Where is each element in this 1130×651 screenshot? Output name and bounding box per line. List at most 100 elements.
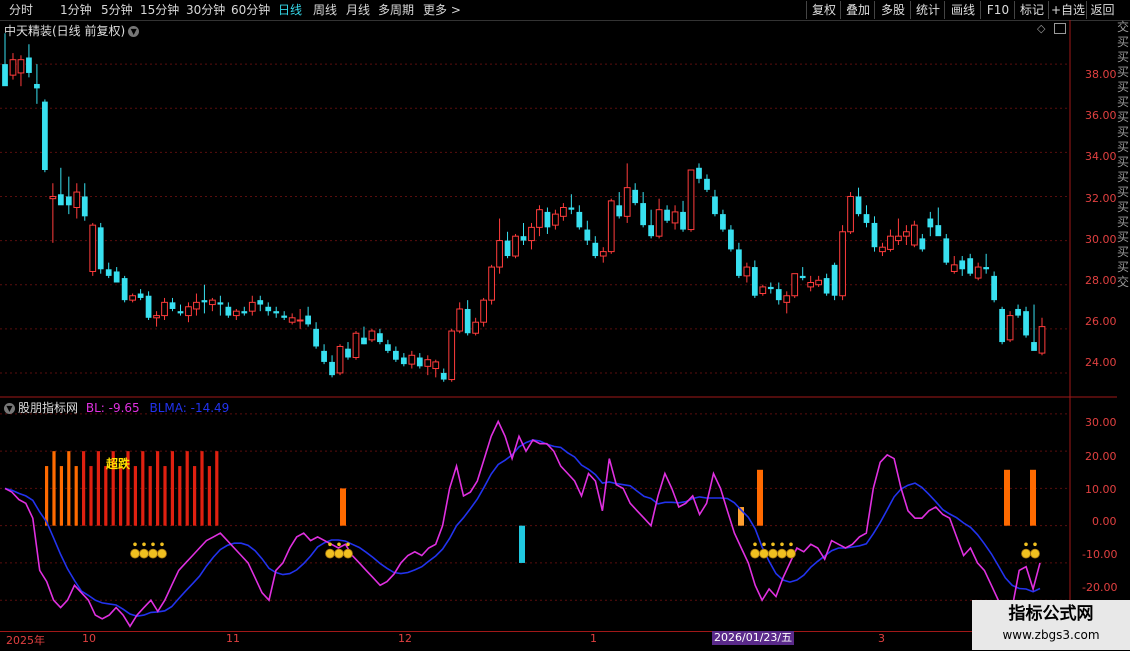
signal-bar: [104, 466, 108, 526]
signal-bar: [156, 451, 160, 526]
period-tab-intraday[interactable]: 分时: [9, 2, 33, 18]
candle-body: [97, 227, 104, 270]
f10-button[interactable]: F10: [980, 1, 1015, 19]
price-tick: 24.00: [1085, 356, 1117, 369]
candle-body: [480, 299, 487, 323]
indicator-tick: 10.00: [1085, 483, 1117, 496]
signal-bar: [185, 451, 189, 526]
candle-body: [1038, 326, 1046, 354]
period-tab-30min[interactable]: 30分钟: [186, 2, 225, 18]
candle-body: [217, 302, 224, 305]
price-tick: 32.00: [1085, 192, 1117, 205]
candle-body: [400, 357, 407, 365]
watermark-url: www.zbgs3.com: [1002, 628, 1100, 642]
period-tab-5min[interactable]: 5分钟: [101, 2, 133, 18]
signal-bar: [193, 466, 197, 526]
chevron-down-icon[interactable]: ▼: [4, 403, 15, 414]
money-bag-icon: [771, 542, 775, 547]
chevron-right-icon: >: [450, 3, 461, 17]
candle-body: [720, 214, 726, 230]
candle-body: [408, 354, 416, 365]
add-watchlist-button[interactable]: +自选: [1048, 1, 1087, 19]
candle-body: [895, 235, 902, 242]
candle-body: [640, 203, 647, 226]
period-tab-multi[interactable]: 多周期: [378, 2, 414, 18]
candle-body: [281, 315, 288, 318]
price-tick: 28.00: [1085, 274, 1117, 287]
money-bag-icon: [750, 548, 760, 559]
signal-bar-cyan: [519, 525, 525, 563]
candle-body: [432, 361, 440, 370]
candle-body: [728, 229, 734, 250]
money-bag-icon: [789, 542, 793, 547]
candle-body: [632, 189, 639, 204]
money-bag-icon: [762, 542, 766, 547]
price-tick: 38.00: [1085, 68, 1117, 81]
money-bag-icon: [325, 548, 335, 559]
indicator-title[interactable]: ▼ 股朋指标网 BL: -9.65 BLMA: -14.49: [4, 399, 229, 416]
indicator-name: 股朋指标网: [18, 401, 79, 415]
signal-bar: [67, 451, 71, 526]
candle-body: [520, 236, 527, 241]
period-tab-15min[interactable]: 15分钟: [140, 2, 179, 18]
money-bag-icon: [151, 542, 155, 547]
multi-stock-button[interactable]: 多股: [874, 1, 911, 19]
watermark-title: 指标公式网: [1008, 604, 1094, 624]
candlestick-series: [2, 33, 1046, 382]
money-bag-icon: [328, 542, 332, 547]
candle-body: [472, 321, 480, 334]
candle-body: [504, 240, 511, 257]
candle-body: [903, 231, 910, 237]
period-tab-more[interactable]: 更多 >: [423, 2, 461, 18]
right-side-strip: 交买买买买买买买买买买买买买买买买交: [1117, 20, 1130, 630]
money-bag-icon: [142, 542, 146, 547]
mark-button[interactable]: 标记: [1014, 1, 1049, 19]
buy-signal-icons: [130, 542, 1040, 559]
period-tab-monthly[interactable]: 月线: [346, 2, 370, 18]
candle-body: [592, 242, 599, 257]
signal-bar: [96, 451, 100, 526]
money-bag-icon: [346, 542, 350, 547]
more-label: 更多: [423, 3, 448, 17]
candle-body: [377, 333, 383, 343]
candle-body: [336, 345, 344, 374]
top-toolbar: 分时 1分钟 5分钟 15分钟 30分钟 60分钟 日线 周线 月线 多周期 更…: [0, 0, 1130, 21]
candle-body: [967, 258, 974, 274]
candle-body: [113, 271, 120, 283]
period-tab-daily[interactable]: 日线: [278, 2, 302, 18]
cursor-date-label: 2026/01/23/五: [712, 631, 795, 645]
chart-area: [0, 20, 1117, 631]
signal-bar: [59, 466, 63, 526]
back-button[interactable]: 返回: [1086, 1, 1118, 19]
draw-line-button[interactable]: 画线: [944, 1, 981, 19]
candle-body: [34, 83, 40, 89]
stats-button[interactable]: 统计: [910, 1, 945, 19]
signal-bar: [74, 466, 78, 526]
candle-body: [81, 196, 88, 217]
candle-body: [528, 226, 535, 242]
period-tab-60min[interactable]: 60分钟: [231, 2, 270, 18]
candle-body: [680, 211, 686, 230]
signal-bars: [45, 451, 1036, 563]
candle-body: [305, 315, 311, 325]
price-tick: 34.00: [1085, 150, 1117, 163]
candle-body: [193, 301, 200, 310]
signal-bar: [133, 466, 137, 526]
overlay-button[interactable]: 叠加: [840, 1, 875, 19]
blma-value: BLMA: -14.49: [149, 401, 230, 415]
candle-body: [839, 231, 846, 297]
candle-body: [943, 238, 950, 263]
bl-value: BL: -9.65: [85, 401, 140, 415]
date-label: 12: [398, 632, 412, 645]
candle-body: [169, 302, 176, 309]
money-bag-icon: [343, 548, 353, 559]
fq-button[interactable]: 复权: [806, 1, 841, 19]
period-tab-1min[interactable]: 1分钟: [60, 2, 92, 18]
candle-body: [759, 286, 767, 295]
signal-bar: [148, 466, 152, 526]
candle-body: [599, 251, 607, 257]
candle-body: [704, 178, 710, 190]
period-tab-weekly[interactable]: 周线: [313, 2, 337, 18]
candle-body: [368, 330, 376, 341]
candle-body: [321, 350, 327, 362]
